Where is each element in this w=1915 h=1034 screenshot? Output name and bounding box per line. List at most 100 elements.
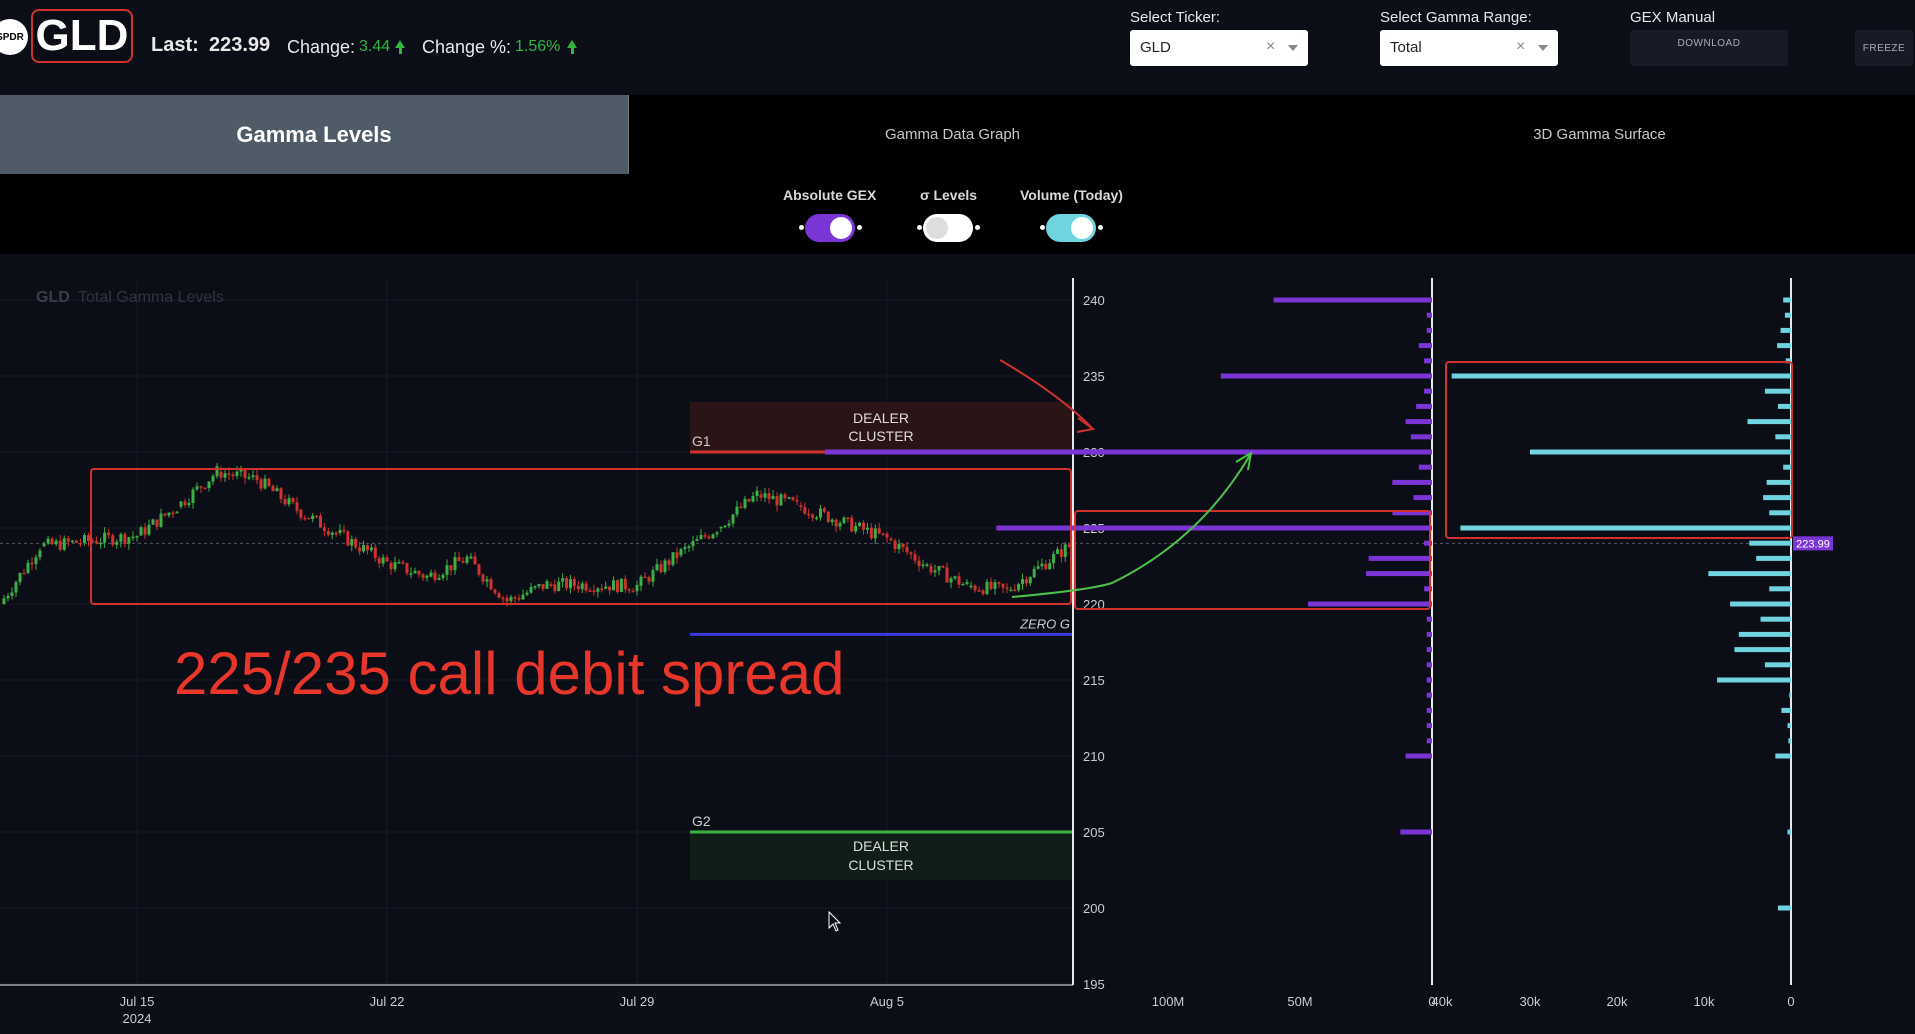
- candle-body: [989, 581, 993, 589]
- tab-3d-gamma-surface[interactable]: 3D Gamma Surface: [1276, 95, 1915, 174]
- gex-bar: [1426, 662, 1432, 668]
- candle-body: [639, 576, 643, 586]
- candle-body: [811, 514, 815, 518]
- candle-body: [409, 573, 413, 575]
- volume-tick-label: 0: [1787, 994, 1794, 1009]
- gamma-range-value: Total: [1390, 39, 1422, 56]
- candle-body: [659, 564, 663, 572]
- candle-body: [219, 471, 223, 478]
- candle-body: [354, 539, 358, 548]
- volume-bar: [1738, 631, 1791, 637]
- chart-title: Total Gamma Levels: [78, 289, 224, 306]
- volume-bar: [1769, 586, 1791, 592]
- candle-body: [553, 584, 557, 591]
- ticker-clear-icon[interactable]: ×: [1266, 38, 1275, 56]
- candle-body: [691, 540, 695, 547]
- candle-body: [830, 519, 834, 522]
- candle-body: [763, 493, 767, 498]
- volume-bar: [1747, 419, 1791, 425]
- ticker-chevron-down-icon[interactable]: [1288, 45, 1298, 51]
- volume-bar: [1777, 905, 1791, 911]
- candle-body: [74, 540, 78, 543]
- candle-body: [369, 547, 373, 551]
- volume-bar: [1787, 723, 1791, 729]
- candle-body: [143, 527, 147, 535]
- last-price-tag-text: 223.99: [1796, 538, 1830, 550]
- x-tick-label: Jul 15: [120, 994, 155, 1009]
- candle-body: [477, 564, 481, 575]
- candle-body: [247, 477, 251, 479]
- sigma-levels-toggle[interactable]: [923, 214, 973, 242]
- gamma-range-select[interactable]: Total ×: [1380, 30, 1558, 66]
- candle-body: [529, 587, 533, 593]
- candle-body: [699, 535, 703, 540]
- x-tick-label: Jul 22: [370, 994, 405, 1009]
- candle-body: [679, 549, 683, 556]
- gex-manual-label: GEX Manual: [1630, 9, 1716, 26]
- candle-body: [425, 575, 429, 578]
- candle-body: [846, 517, 850, 520]
- y-tick-label: 240: [1083, 293, 1105, 308]
- change-pct-value: 1.56%: [515, 38, 561, 55]
- price-y-axis: 240235230225220215210205200195: [1083, 293, 1105, 992]
- candle-body: [131, 536, 135, 539]
- tab-gamma-levels[interactable]: Gamma Levels: [0, 95, 629, 174]
- price-candles: [2, 462, 1075, 607]
- x-tick-label: Jul 29: [620, 994, 655, 1009]
- ticker-select[interactable]: GLD ×: [1130, 30, 1308, 66]
- candle-body: [457, 557, 461, 562]
- candle-body: [881, 533, 885, 535]
- mouse-cursor-icon: [828, 910, 842, 932]
- candle-body: [596, 588, 600, 592]
- absolute-gex-toggle[interactable]: [805, 214, 855, 242]
- candle-body: [191, 489, 195, 503]
- gex-bar: [1392, 479, 1432, 485]
- download-button[interactable]: DOWNLOAD: [1630, 30, 1788, 66]
- y-tick-label: 200: [1083, 901, 1105, 916]
- candle-body: [791, 497, 795, 501]
- freeze-button[interactable]: FREEZE: [1855, 30, 1913, 66]
- dealer-cluster-upper-line2: CLUSTER: [848, 428, 913, 444]
- gamma-range-chevron-down-icon[interactable]: [1538, 45, 1548, 51]
- volume-bars: [1451, 297, 1791, 911]
- candle-body: [42, 543, 46, 547]
- candle-body: [862, 522, 866, 530]
- candle-body: [965, 582, 969, 584]
- volume-bar: [1460, 525, 1791, 531]
- candle-body: [223, 473, 227, 478]
- volume-bar: [1780, 327, 1791, 333]
- gex-bar: [1405, 419, 1432, 425]
- candle-body: [842, 517, 846, 524]
- chart-title-ticker: GLD: [36, 289, 70, 306]
- candle-body: [1036, 566, 1040, 569]
- candle-body: [815, 517, 819, 520]
- tab-gamma-data-graph[interactable]: Gamma Data Graph: [629, 95, 1276, 174]
- candle-body: [608, 586, 612, 591]
- gamma-range-clear-icon[interactable]: ×: [1516, 38, 1525, 56]
- candle-body: [671, 552, 675, 565]
- candle-body: [119, 534, 123, 542]
- gex-bar: [1405, 753, 1432, 759]
- candle-body: [751, 496, 755, 502]
- candle-body: [1013, 589, 1017, 592]
- volume-bar: [1760, 616, 1791, 622]
- gamma-levels-chart[interactable]: GLD Total Gamma Levels DEALER CLUSTER DE…: [0, 254, 1915, 1034]
- candle-body: [330, 532, 334, 535]
- candle-body: [1005, 587, 1009, 589]
- candle-body: [759, 494, 763, 498]
- candle-body: [358, 547, 362, 552]
- gex-bar: [1426, 738, 1432, 744]
- candle-body: [485, 579, 489, 582]
- volume-bar: [1766, 479, 1791, 485]
- gex-bar: [1413, 495, 1432, 501]
- gex-bar: [1366, 571, 1432, 577]
- volume-today-toggle[interactable]: [1046, 214, 1096, 242]
- candle-body: [99, 542, 103, 545]
- candle-body: [513, 596, 517, 599]
- candle-body: [647, 577, 651, 582]
- candle-body: [909, 552, 913, 555]
- volume-bar: [1530, 449, 1791, 455]
- candle-body: [227, 473, 231, 475]
- candle-body: [437, 577, 441, 580]
- candle-body: [731, 514, 735, 524]
